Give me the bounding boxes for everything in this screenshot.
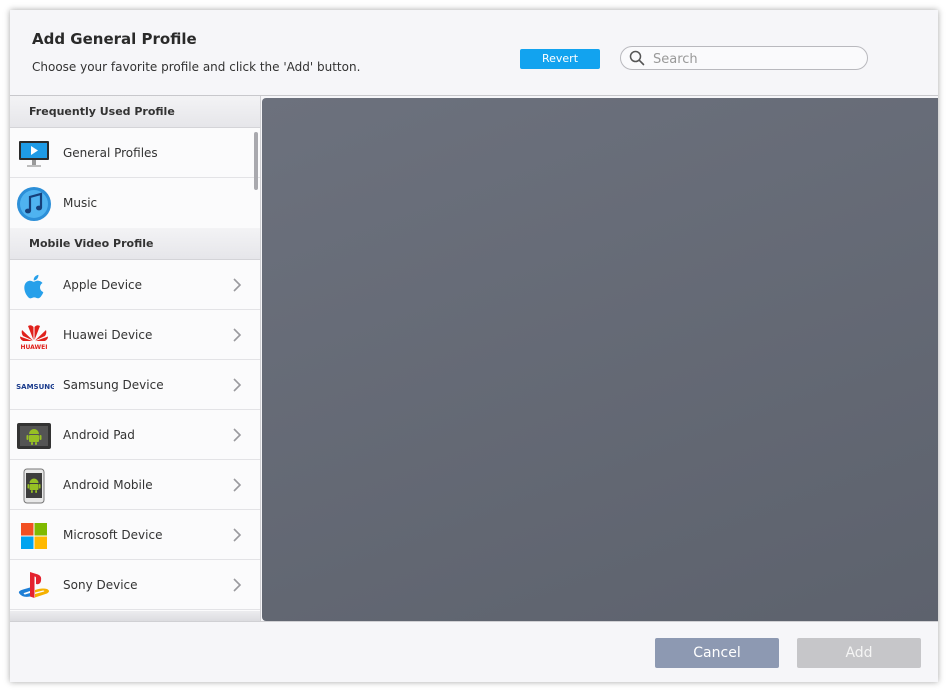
sidebar-item-general-profiles[interactable]: General Profiles [10, 128, 260, 178]
sidebar-item-apple-device[interactable]: Apple Device [10, 260, 260, 310]
chevron-right-icon [233, 528, 242, 542]
sidebar-item-label: Samsung Device [63, 378, 164, 392]
sidebar-item-label: Android Pad [63, 428, 135, 442]
chevron-right-icon [233, 328, 242, 342]
cancel-button[interactable]: Cancel [655, 638, 779, 668]
revert-button[interactable]: Revert [520, 49, 600, 69]
profile-sidebar[interactable]: Frequently Used Profile General Profiles… [10, 96, 261, 621]
sidebar-item-music[interactable]: Music [10, 178, 260, 228]
sidebar-item-huawei-device[interactable]: HUAWEI Huawei Device [10, 310, 260, 360]
sidebar-item-label: Sony Device [63, 578, 138, 592]
sidebar-item-android-mobile[interactable]: Android Mobile [10, 460, 260, 510]
huawei-logo-icon: HUAWEI [20, 325, 48, 351]
chevron-right-icon [233, 478, 242, 492]
sidebar-item-label: Music [63, 196, 98, 210]
sidebar-scrollbar[interactable] [254, 132, 258, 190]
sidebar-item-label: General Profiles [63, 146, 158, 160]
chevron-right-icon [233, 578, 242, 592]
sidebar-item-label: Microsoft Device [63, 528, 163, 542]
svg-text:HUAWEI: HUAWEI [20, 344, 47, 351]
sidebar-item-microsoft-device[interactable]: Microsoft Device [10, 510, 260, 560]
search-input[interactable] [651, 49, 860, 69]
chevron-right-icon [233, 378, 242, 392]
sidebar-item-samsung-device[interactable]: SAMSUNG Samsung Device [10, 360, 260, 410]
add-profile-dialog: Add General Profile Choose your favorite… [10, 10, 938, 682]
apple-logo-icon [24, 274, 44, 299]
dialog-subtitle: Choose your favorite profile and click t… [32, 60, 361, 74]
search-box[interactable] [620, 46, 868, 70]
chevron-right-icon [233, 428, 242, 442]
search-icon [629, 50, 645, 66]
sidebar-bottom-edge [10, 611, 260, 621]
music-note-icon [17, 187, 51, 221]
sidebar-item-label: Huawei Device [63, 328, 153, 342]
section-header-frequently-used: Frequently Used Profile [10, 96, 260, 128]
dialog-title: Add General Profile [32, 30, 197, 48]
section-header-mobile-video: Mobile Video Profile [10, 228, 260, 260]
dialog-header: Add General Profile Choose your favorite… [10, 10, 938, 96]
add-button[interactable]: Add [797, 638, 921, 668]
samsung-logo-icon: SAMSUNG [16, 383, 54, 391]
profile-preview-area [262, 98, 938, 621]
sidebar-item-android-pad[interactable]: Android Pad [10, 410, 260, 460]
sidebar-item-sony-device[interactable]: Sony Device [10, 560, 260, 610]
android-tablet-icon [17, 423, 51, 449]
chevron-right-icon [233, 278, 242, 292]
svg-text:SAMSUNG: SAMSUNG [16, 383, 54, 391]
dialog-footer: Cancel Add [10, 621, 938, 682]
android-phone-icon [23, 468, 45, 504]
microsoft-logo-icon [21, 523, 47, 549]
sidebar-item-label: Android Mobile [63, 478, 153, 492]
sidebar-item-label: Apple Device [63, 278, 143, 292]
monitor-icon [19, 141, 49, 167]
playstation-logo-icon [18, 572, 49, 598]
